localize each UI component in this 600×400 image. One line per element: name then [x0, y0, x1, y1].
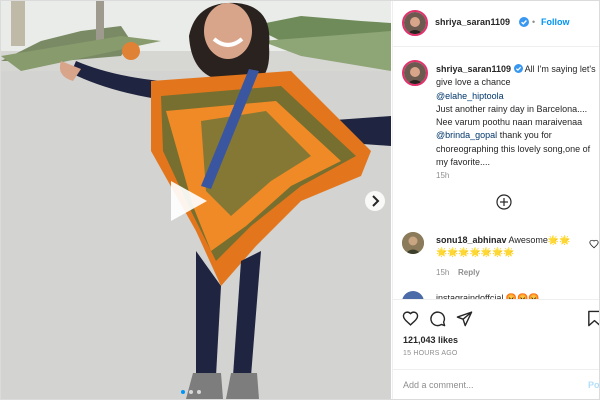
heart-icon[interactable]: [402, 310, 419, 327]
post-timestamp: 15 HOURS AGO: [403, 350, 458, 357]
carousel-dot: [197, 390, 201, 394]
add-comment-bar: Add a comment... Post: [393, 369, 599, 399]
post-header: shriya_saran1109 • Follow: [393, 1, 599, 47]
comment-like-icon[interactable]: [589, 239, 599, 249]
mention-elahe[interactable]: @elahe_hiptoola: [436, 91, 504, 101]
carousel-dot: [189, 390, 193, 394]
post-comment-button[interactable]: Post: [588, 380, 599, 390]
post-frame: shriya_saran1109 • Follow shriya_saran11…: [0, 0, 600, 400]
comment-emojis: 🌟🌟🌟🌟🌟🌟🌟: [436, 247, 515, 257]
follow-separator: •: [532, 17, 536, 27]
post-sidebar: shriya_saran1109 • Follow shriya_saran11…: [392, 1, 600, 399]
caption-username[interactable]: shriya_saran1109: [436, 64, 511, 74]
comment-input[interactable]: Add a comment...: [403, 380, 474, 390]
likes-count[interactable]: 121,043 likes: [403, 335, 458, 345]
carousel-dot-active: [181, 390, 185, 394]
share-icon[interactable]: [456, 310, 473, 327]
load-more-comments-icon[interactable]: [496, 194, 512, 210]
comment-avatar[interactable]: [402, 232, 424, 254]
comment-line: sonu18_abhinav Awesome🌟🌟: [436, 235, 570, 246]
follow-button[interactable]: Follow: [541, 17, 570, 27]
caption-line3: Nee varum poothu naan maraivenaa: [436, 117, 583, 128]
chevron-right-icon: [372, 195, 380, 207]
post-media[interactable]: [1, 1, 391, 399]
avatar[interactable]: [402, 10, 428, 36]
next-media-button[interactable]: [365, 191, 385, 211]
caption: shriya_saran1109 All I'm saying let's gi…: [436, 63, 598, 169]
header-username[interactable]: shriya_saran1109: [435, 17, 510, 27]
comment-username[interactable]: sonu18_abhinav: [436, 235, 507, 245]
mention-brinda[interactable]: @brinda_gopal: [436, 130, 497, 140]
caption-avatar[interactable]: [402, 60, 428, 86]
comment-reply-button[interactable]: Reply: [458, 268, 480, 277]
comment-time: 15h: [436, 268, 450, 277]
post-actions: 121,043 likes 15 HOURS AGO: [393, 299, 600, 370]
avatar-image: [404, 62, 426, 84]
comment-icon[interactable]: [429, 310, 446, 327]
bookmark-icon[interactable]: [587, 310, 600, 327]
verified-badge-icon: [513, 64, 523, 73]
avatar-image: [404, 12, 426, 34]
comment-text: Awesome🌟🌟: [508, 235, 571, 245]
avatar-image: [402, 232, 424, 254]
verified-badge-icon: [519, 17, 529, 27]
caption-time: 15h: [436, 171, 450, 180]
play-icon[interactable]: [169, 179, 209, 223]
carousel-dots: [181, 390, 211, 396]
caption-line2: Just another rainy day in Barcelona....: [436, 103, 588, 114]
